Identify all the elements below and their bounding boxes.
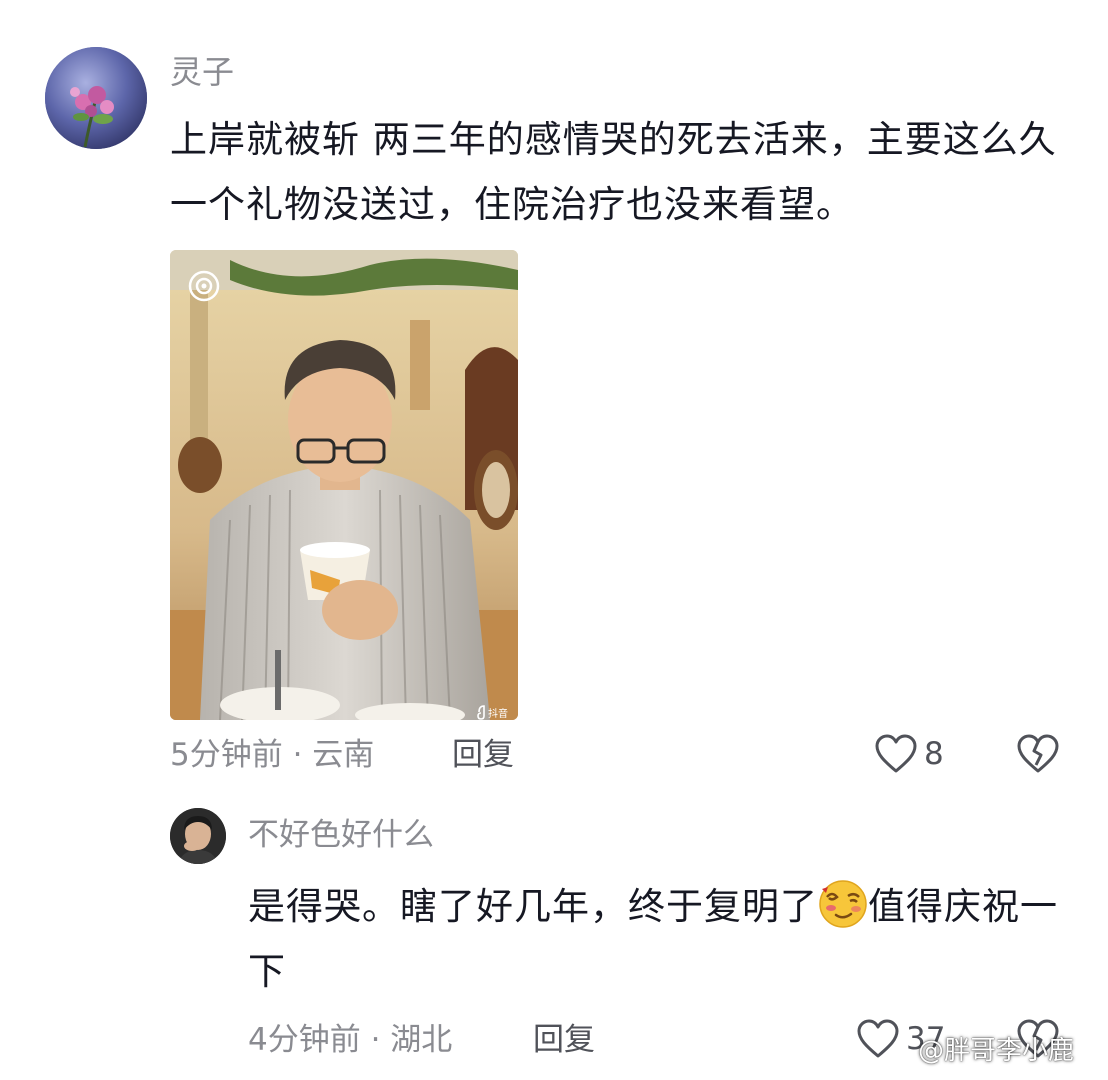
dizzy-wink-emoji-icon [819,880,867,928]
person-avatar-image [170,808,226,864]
comment-text-part: 是得哭。瞎了好几年，终于复明了 [248,885,818,928]
heart-icon [857,1019,899,1058]
heart-icon [875,734,917,773]
comment-meta: 5分钟前 · 云南 [170,737,375,773]
flower-avatar-image [45,47,147,149]
comment-meta: 4分钟前 · 湖北 [248,1022,453,1058]
like-count: 8 [924,736,944,772]
watermark: @胖哥李小鹿 [918,1036,1075,1066]
broken-heart-icon [1017,734,1059,773]
like-button[interactable]: 8 [874,733,944,775]
comment-image[interactable]: 抖音 [170,250,518,720]
avatar[interactable] [170,808,226,864]
restaurant-photo: 抖音 [170,250,518,720]
reply-button[interactable]: 回复 [452,735,514,775]
image-badge: 抖音 [488,707,508,720]
comment-username[interactable]: 不好色好什么 [248,815,434,855]
reply-button[interactable]: 回复 [533,1020,595,1060]
comment-username[interactable]: 灵子 [170,52,234,92]
comment-text: 上岸就被斩 两三年的感情哭的死去活来，主要这么久一个礼物没送过，住院治疗也没来看… [170,118,1057,226]
avatar[interactable] [45,47,147,149]
comment-text: 是得哭。瞎了好几年，终于复明了 值得庆祝一下 [248,874,1068,1004]
dislike-button[interactable] [1016,733,1060,779]
